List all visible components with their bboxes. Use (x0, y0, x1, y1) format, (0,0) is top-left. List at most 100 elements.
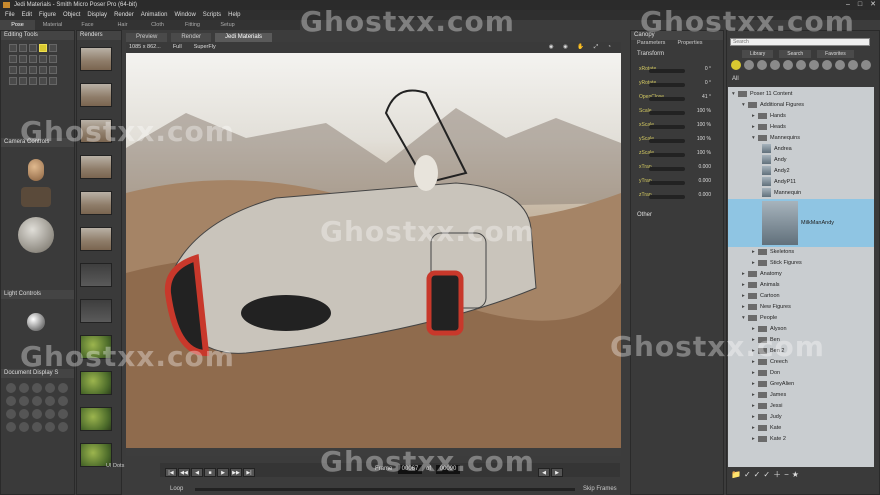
editing-tool-icon[interactable] (19, 66, 27, 74)
library-category-icon[interactable] (835, 60, 845, 70)
library-search-input[interactable] (730, 38, 870, 46)
light-sphere-icon[interactable] (27, 313, 45, 331)
editing-tool-icon[interactable] (9, 55, 17, 63)
library-row[interactable]: ▸ Anatomy (728, 269, 874, 280)
library-category-icon[interactable] (757, 60, 767, 70)
library-row[interactable]: ▾ Mannequins (728, 133, 874, 144)
display-style-icon[interactable] (32, 409, 42, 419)
camera-trackball-icon[interactable] (21, 187, 51, 207)
transport-button[interactable]: ▶| (243, 468, 255, 477)
display-style-icon[interactable] (45, 422, 55, 432)
editing-tool-icon[interactable] (9, 44, 17, 52)
display-style-icon[interactable] (32, 383, 42, 393)
editing-tool-icon[interactable] (29, 44, 37, 52)
render-thumbnail[interactable] (80, 299, 112, 323)
transport-button[interactable]: ▶▶ (230, 468, 242, 477)
param-tab-properties[interactable]: Properties (677, 40, 702, 46)
editing-tool-icon[interactable] (39, 66, 47, 74)
library-tab-search[interactable]: Search (779, 50, 812, 58)
library-action-icons[interactable]: 📁✓✓✓＋−★ (731, 469, 871, 480)
library-row[interactable]: ▸ Hands (728, 111, 874, 122)
library-row[interactable]: ▾ Poser 11 Content (728, 89, 874, 100)
display-style-icon[interactable] (6, 396, 16, 406)
param-xrotate[interactable]: xRotate 0 ° (639, 65, 711, 74)
menu-figure[interactable]: Figure (39, 10, 56, 20)
display-style-icon[interactable] (32, 396, 42, 406)
library-category-icon[interactable] (770, 60, 780, 70)
library-category-icon[interactable] (822, 60, 832, 70)
render-thumbnail[interactable] (80, 407, 112, 431)
render-thumbnail[interactable] (80, 371, 112, 395)
param-ytran[interactable]: yTran 0.000 (639, 177, 711, 186)
menu-display[interactable]: Display (87, 10, 107, 20)
param-value[interactable]: 41 ° (687, 93, 711, 102)
display-style-icon[interactable] (19, 383, 29, 393)
library-row[interactable]: ▸ Judy (728, 412, 874, 423)
room-tab-cloth[interactable]: Cloth (140, 20, 175, 30)
editing-tool-icon[interactable] (39, 77, 47, 85)
display-style-icon[interactable] (45, 409, 55, 419)
library-row[interactable]: ▸ Cartoon (728, 291, 874, 302)
view-toolbar-icons[interactable]: ◉ ◉ ✋ ⤢ ◔ (549, 42, 621, 53)
editing-tool-icon[interactable] (19, 55, 27, 63)
room-tab-material[interactable]: Material (35, 20, 70, 30)
library-row[interactable]: ▾ People (728, 313, 874, 324)
library-category-icon[interactable] (731, 60, 741, 70)
room-tab-pose[interactable]: Pose (0, 20, 35, 30)
timeline-scrubber[interactable] (195, 488, 575, 491)
param-value[interactable]: 0.000 (687, 177, 711, 186)
param-ztran[interactable]: zTran 0.000 (639, 191, 711, 200)
param-tab-parameters[interactable]: Parameters (637, 40, 665, 46)
param-yrotate[interactable]: yRotate 0 ° (639, 79, 711, 88)
param-value[interactable]: 100 % (687, 135, 711, 144)
render-thumbnail[interactable] (80, 83, 112, 107)
editing-tool-icon[interactable] (29, 66, 37, 74)
param-dial[interactable] (649, 83, 685, 87)
transport-button[interactable]: |◀ (165, 468, 177, 477)
param-value[interactable]: 0.000 (687, 191, 711, 200)
library-row[interactable]: MilkManAndy (728, 199, 874, 247)
library-row[interactable]: ▸ Stick Figures (728, 258, 874, 269)
param-xscale[interactable]: xScale 100 % (639, 121, 711, 130)
library-row[interactable]: ▸ Kate 2 (728, 434, 874, 445)
param-yscale[interactable]: yScale 100 % (639, 135, 711, 144)
editing-tool-icon[interactable] (9, 77, 17, 85)
menu-object[interactable]: Object (63, 10, 80, 20)
render-thumbnail[interactable] (80, 263, 112, 287)
loop-toggle[interactable]: Loop (170, 486, 183, 492)
editing-tool-icon[interactable] (49, 44, 57, 52)
keyframe-nav-button[interactable]: ▶ (551, 468, 563, 477)
view-tab-jedi-materials[interactable]: Jedi Materials (215, 33, 273, 42)
editing-tool-icon[interactable] (39, 44, 47, 52)
library-category-icon[interactable] (809, 60, 819, 70)
menu-animation[interactable]: Animation (141, 10, 168, 20)
render-size[interactable]: 1085 x 862... (129, 42, 161, 53)
head-camera-icon[interactable] (28, 159, 44, 181)
param-value[interactable]: 100 % (687, 121, 711, 130)
menu-help[interactable]: Help (228, 10, 240, 20)
library-row[interactable]: ▸ Heads (728, 122, 874, 133)
other-group[interactable]: Other (637, 212, 652, 218)
library-row[interactable]: ▸ New Figures (728, 302, 874, 313)
library-category-icon[interactable] (796, 60, 806, 70)
param-scale[interactable]: Scale 100 % (639, 107, 711, 116)
param-dial[interactable] (649, 97, 685, 101)
display-style-icon[interactable] (19, 409, 29, 419)
editing-tool-icon[interactable] (29, 77, 37, 85)
param-dial[interactable] (649, 111, 685, 115)
display-style-icon[interactable] (6, 422, 16, 432)
param-dial[interactable] (649, 167, 685, 171)
render-thumbnail[interactable] (80, 155, 112, 179)
param-value[interactable]: 0 ° (687, 65, 711, 74)
renderer-select[interactable]: SuperFly (194, 42, 216, 53)
param-dial[interactable] (649, 195, 685, 199)
transform-group[interactable]: Transform (631, 51, 723, 57)
render-thumbnail[interactable] (80, 227, 112, 251)
transport-button[interactable]: ◀ (191, 468, 203, 477)
transport-button[interactable]: ◀◀ (178, 468, 190, 477)
library-row[interactable]: ▸ James (728, 390, 874, 401)
param-dial[interactable] (649, 125, 685, 129)
display-style-icon[interactable] (58, 422, 68, 432)
menu-edit[interactable]: Edit (22, 10, 32, 20)
param-dial[interactable] (649, 69, 685, 73)
